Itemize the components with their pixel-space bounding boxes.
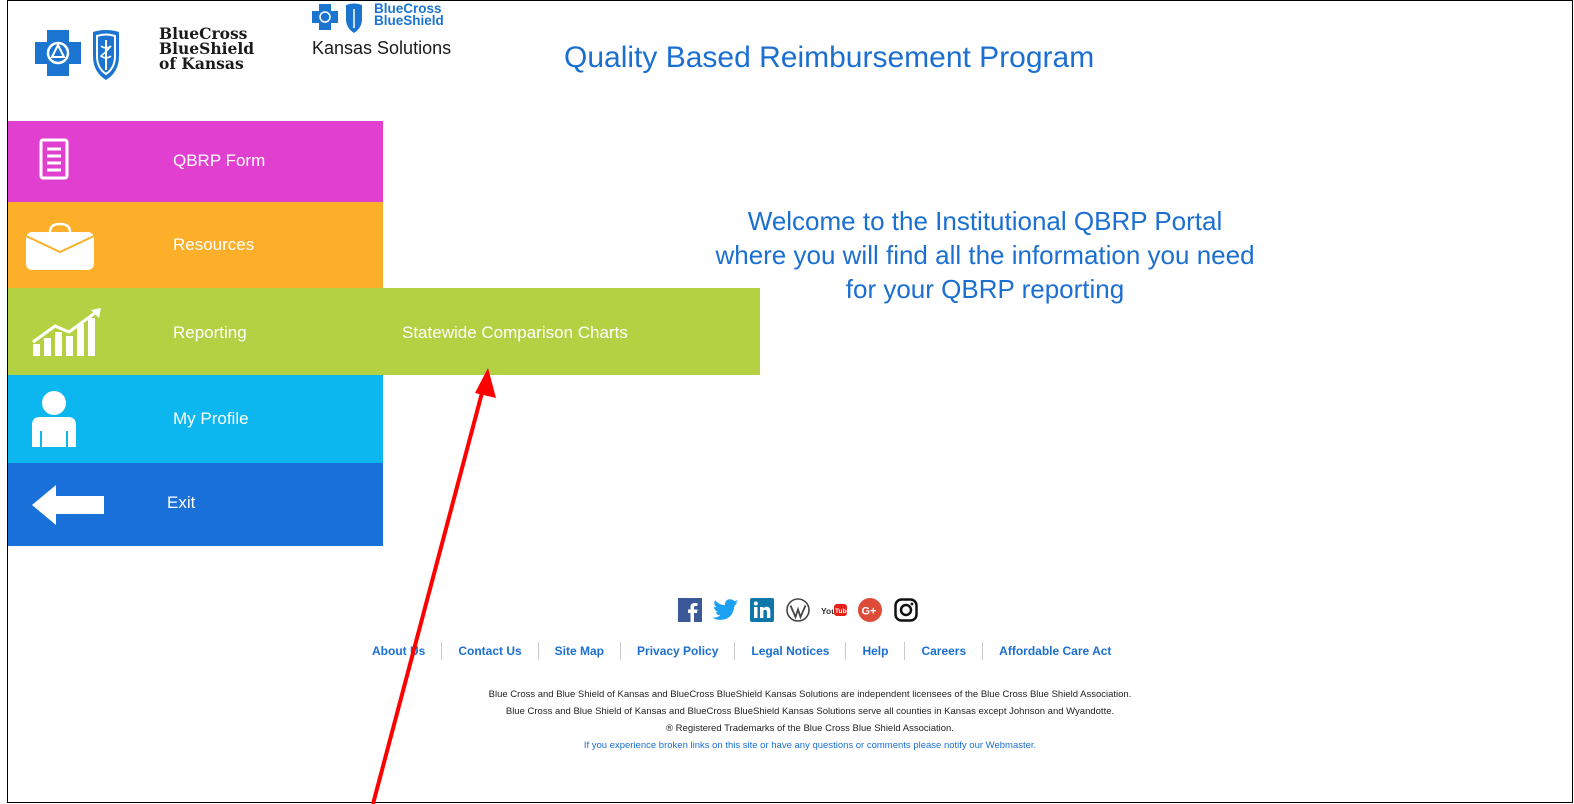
nav-label-exit: Exit	[167, 493, 196, 512]
svg-text:Tube: Tube	[835, 608, 847, 615]
footer-link-contact-us[interactable]: Contact Us	[442, 642, 539, 660]
footer-links: About Us Contact Us Site Map Privacy Pol…	[358, 642, 1127, 660]
footer-link-legal-notices[interactable]: Legal Notices	[735, 642, 847, 660]
legal-line-3: ® Registered Trademarks of the Blue Cros…	[666, 723, 954, 734]
welcome-message: Welcome to the Institutional QBRP Portal…	[600, 204, 1370, 306]
logo2-subtitle: Kansas Solutions	[312, 38, 452, 58]
youtube-icon[interactable]: YouTube	[821, 598, 847, 622]
footer-link-about-us[interactable]: About Us	[358, 642, 443, 660]
bcbs-small-cross-shield-icon	[312, 3, 362, 33]
arrow-left-icon	[32, 485, 104, 525]
footer-link-help[interactable]: Help	[846, 642, 906, 660]
bcbs-cross-shield-icon	[35, 30, 119, 80]
google-plus-icon[interactable]: G+	[857, 598, 883, 622]
footer-link-careers[interactable]: Careers	[905, 642, 984, 660]
bcbs-kansas-solutions-logo[interactable]: BlueCross BlueShield Kansas Solutions	[312, 2, 482, 90]
nav-label-reporting: Reporting	[173, 323, 247, 342]
linkedin-icon[interactable]	[749, 598, 775, 622]
bcbs-kansas-logo[interactable]: BlueCross BlueShield of Kansas	[33, 22, 273, 94]
legal-line-1: Blue Cross and Blue Shield of Kansas and…	[488, 689, 1132, 700]
welcome-line-1: Welcome to the Institutional QBRP Portal	[747, 206, 1223, 236]
logo1-line-3: of Kansas	[159, 54, 244, 73]
footer-legal: Blue Cross and Blue Shield of Kansas and…	[300, 686, 1320, 754]
person-icon	[32, 391, 76, 447]
legal-line-2: Blue Cross and Blue Shield of Kansas and…	[505, 706, 1115, 717]
submenu-label: Statewide Comparison Charts	[402, 323, 628, 342]
instagram-icon[interactable]	[893, 598, 919, 622]
social-icons: YouTube G+	[677, 597, 919, 623]
page-title: Quality Based Reimbursement Program	[564, 41, 1095, 74]
logo1-text: BlueCross BlueShield of Kansas	[159, 26, 254, 73]
webmaster-notice-link[interactable]: If you experience broken links on this s…	[300, 737, 1320, 754]
nav-item-reporting[interactable]: Reporting	[8, 288, 383, 375]
facebook-icon[interactable]	[677, 598, 703, 622]
nav-item-resources[interactable]: Resources	[8, 202, 383, 288]
logo2-text: BlueCross BlueShield	[374, 2, 444, 28]
svg-text:G+: G+	[862, 606, 877, 618]
nav-label-resources: Resources	[173, 235, 255, 254]
wordpress-icon[interactable]	[785, 598, 811, 622]
nav-label-qbrp-form: QBRP Form	[173, 151, 266, 170]
nav-item-qbrp-form[interactable]: QBRP Form	[8, 121, 383, 202]
footer-link-affordable-care-act[interactable]: Affordable Care Act	[983, 642, 1127, 660]
document-icon	[39, 138, 69, 180]
chart-icon	[32, 308, 101, 356]
nav-item-my-profile[interactable]: My Profile	[8, 375, 383, 463]
welcome-line-3: for your QBRP reporting	[845, 274, 1125, 304]
briefcase-icon	[25, 222, 95, 270]
welcome-line-2: where you will find all the information …	[715, 240, 1255, 270]
footer-link-site-map[interactable]: Site Map	[539, 642, 622, 660]
logo2-line-2: BlueShield	[374, 13, 444, 28]
footer-link-privacy-policy[interactable]: Privacy Policy	[621, 642, 736, 660]
nav-label-my-profile: My Profile	[173, 409, 249, 428]
nav-item-exit[interactable]: Exit	[8, 463, 383, 546]
twitter-icon[interactable]	[713, 598, 739, 622]
